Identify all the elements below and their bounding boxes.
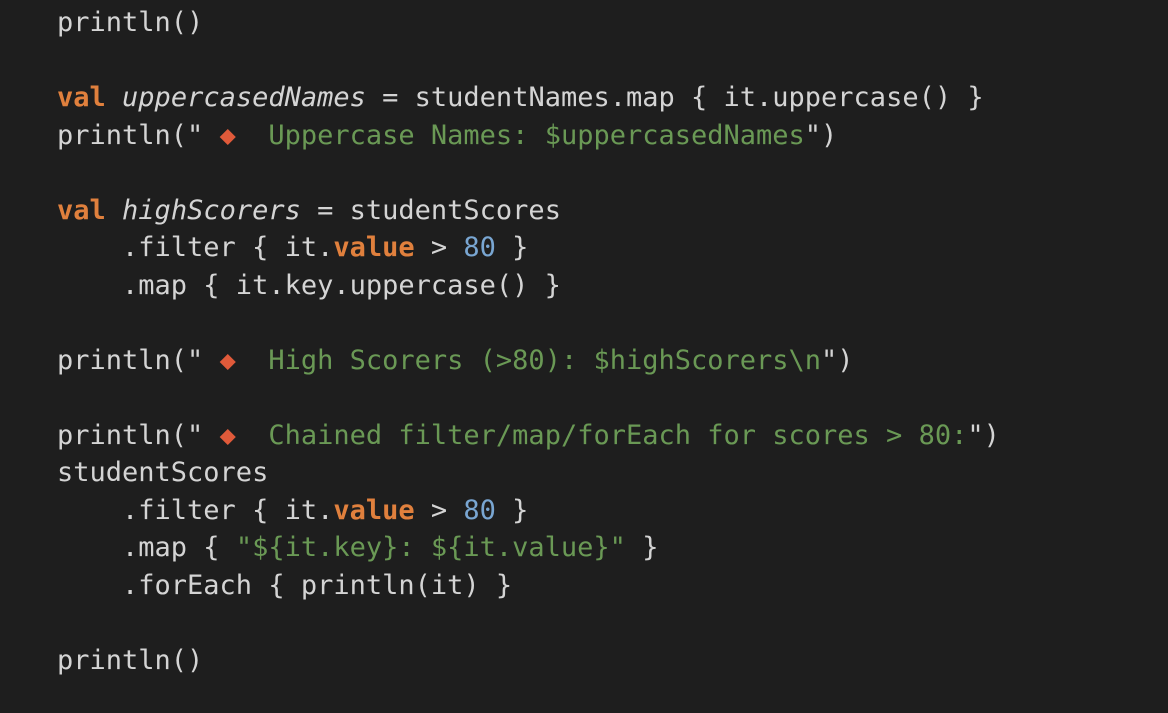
code-token: .forEach { println(it) }	[57, 569, 513, 601]
code-token: = studentNames.map { it.uppercase() }	[365, 82, 984, 113]
code-token: = studentScores	[300, 194, 561, 226]
code-token: val	[57, 194, 106, 226]
code-line[interactable]: println()	[57, 4, 1168, 42]
code-token: println("	[57, 344, 204, 376]
code-token: ")	[821, 344, 854, 376]
code-token: }	[495, 494, 529, 526]
code-token: .filter { it.	[57, 232, 334, 263]
code-line[interactable]: .filter { it.value > 80 }	[57, 492, 1168, 530]
code-line[interactable]: val highScorers = studentScores	[57, 192, 1168, 230]
code-token: value	[333, 232, 415, 263]
code-line[interactable]: .map { it.key.uppercase() }	[57, 267, 1168, 305]
code-line[interactable]: println()	[57, 642, 1168, 680]
code-token: println()	[57, 7, 204, 38]
code-line[interactable]	[57, 154, 1168, 192]
code-line[interactable]: studentScores	[57, 454, 1168, 492]
code-token: ")	[967, 419, 1000, 451]
code-line[interactable]: val uppercasedNames = studentNames.map {…	[57, 79, 1168, 117]
code-token: println()	[57, 644, 204, 676]
code-token: High Scorers (>80): $highScorers\n	[252, 344, 822, 376]
code-line[interactable]: println(" ◆ Uppercase Names: $uppercased…	[57, 117, 1168, 155]
code-token: println("	[57, 119, 204, 151]
code-line[interactable]: println(" ◆ Chained filter/map/forEach f…	[57, 417, 1168, 455]
code-token: }	[625, 532, 659, 563]
code-token: }	[495, 232, 529, 263]
code-token: Uppercase Names: $uppercasedNames	[252, 119, 805, 151]
code-area[interactable]: println() val uppercasedNames = studentN…	[57, 4, 1168, 679]
code-line[interactable]: .map { "${it.key}: ${it.value}" }	[57, 529, 1168, 567]
code-token: println("	[57, 419, 204, 451]
code-token: .filter { it.	[57, 494, 334, 526]
code-token: 80	[463, 494, 496, 526]
code-line[interactable]	[57, 604, 1168, 642]
code-line[interactable]	[57, 304, 1168, 342]
diamond-icon: ◆	[203, 119, 253, 151]
code-line[interactable]	[57, 42, 1168, 80]
code-token: ")	[804, 119, 838, 151]
code-token: studentScores	[57, 457, 269, 488]
diamond-icon: ◆	[203, 419, 253, 451]
code-token: .map { it.key.uppercase() }	[57, 269, 561, 301]
code-token: highScorers	[122, 194, 301, 226]
code-token: value	[333, 494, 415, 526]
code-line[interactable]: println(" ◆ High Scorers (>80): $highSco…	[57, 342, 1168, 380]
code-token: >	[414, 232, 464, 263]
code-token: 80	[463, 232, 496, 263]
code-token: uppercasedNames	[122, 82, 366, 113]
code-editor[interactable]: println() val uppercasedNames = studentN…	[0, 0, 1168, 713]
code-token: >	[414, 494, 464, 526]
code-token: val	[57, 82, 106, 113]
code-line[interactable]: .forEach { println(it) }	[57, 567, 1168, 605]
code-token: .map {	[57, 532, 236, 563]
code-token: "${it.key}: ${it.value}"	[235, 532, 626, 563]
diamond-icon: ◆	[203, 344, 253, 376]
code-line[interactable]: .filter { it.value > 80 }	[57, 229, 1168, 267]
code-token: Chained filter/map/forEach for scores > …	[252, 419, 968, 451]
code-line[interactable]	[57, 379, 1168, 417]
